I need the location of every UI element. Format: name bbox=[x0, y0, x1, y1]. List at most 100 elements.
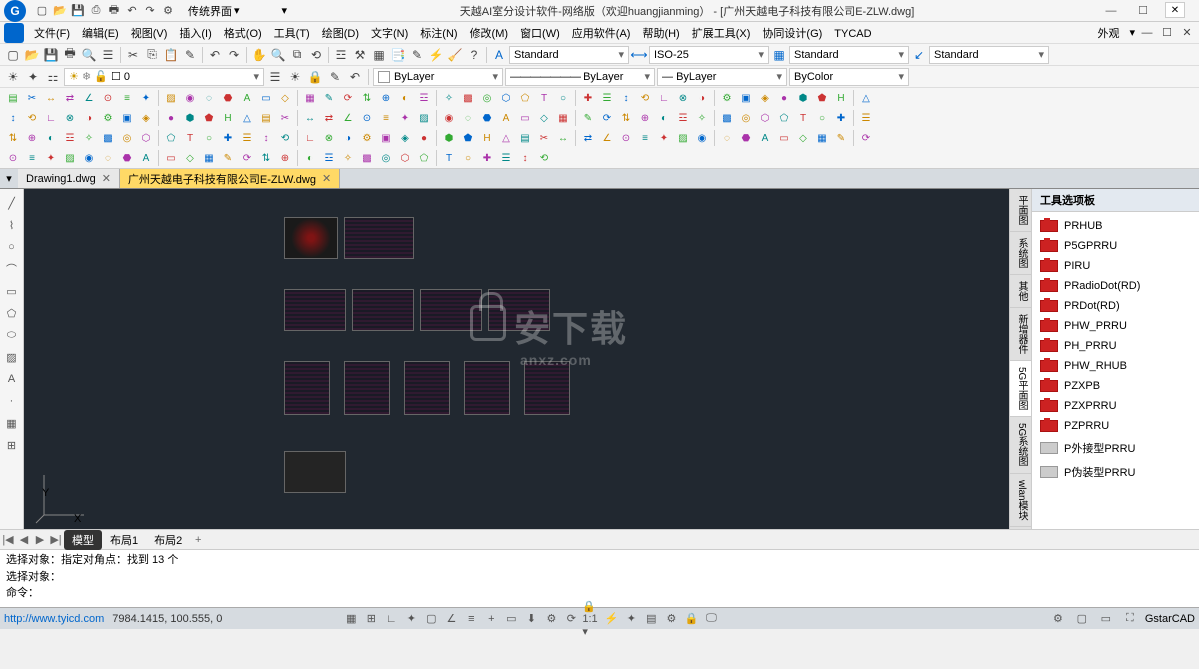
next-icon[interactable]: ▶ bbox=[32, 532, 48, 548]
model-tab[interactable]: 模型 bbox=[64, 530, 102, 550]
tool-icon[interactable]: ◌ bbox=[200, 89, 218, 107]
tool-icon[interactable]: ▨ bbox=[61, 149, 79, 167]
layer-iso-icon[interactable]: ☰ bbox=[266, 68, 284, 86]
arc-icon[interactable]: ⌒ bbox=[2, 259, 22, 279]
dyn-icon[interactable]: + bbox=[482, 610, 500, 628]
menu-item[interactable]: 工具(T) bbox=[268, 26, 316, 42]
tool-icon[interactable]: ◎ bbox=[118, 129, 136, 147]
tool-icon[interactable]: ◑ bbox=[693, 89, 711, 107]
palette-item[interactable]: PZXPRRU bbox=[1036, 396, 1195, 416]
menu-min-icon[interactable]: — bbox=[1139, 25, 1155, 41]
tool-icon[interactable]: ☰ bbox=[598, 89, 616, 107]
tool-icon[interactable]: ⬟ bbox=[200, 109, 218, 127]
linetype-dropdown[interactable]: ——————— ByLayer▾ bbox=[505, 68, 655, 86]
tool-icon[interactable]: ⟲ bbox=[23, 109, 41, 127]
menu-item[interactable]: 协同设计(G) bbox=[756, 26, 828, 42]
rect-icon[interactable]: ▭ bbox=[2, 281, 22, 301]
tool-icon[interactable]: ◐ bbox=[396, 89, 414, 107]
thumb[interactable] bbox=[344, 361, 390, 415]
tool-icon[interactable]: ⇄ bbox=[320, 109, 338, 127]
cut-icon[interactable]: ✂ bbox=[124, 46, 142, 64]
tool-icon[interactable]: ≡ bbox=[118, 89, 136, 107]
tool-icon[interactable]: ✚ bbox=[579, 89, 597, 107]
qp-icon[interactable]: ⬇ bbox=[522, 610, 540, 628]
tool-icon[interactable]: ∟ bbox=[301, 129, 319, 147]
tool-icon[interactable]: T bbox=[794, 109, 812, 127]
tool-icon[interactable]: ⟳ bbox=[598, 109, 616, 127]
menu-item[interactable]: 格式(O) bbox=[218, 26, 268, 42]
tool-icon[interactable]: A bbox=[238, 89, 256, 107]
tool-icon[interactable]: ✂ bbox=[23, 89, 41, 107]
tool-icon[interactable]: ▦ bbox=[813, 129, 831, 147]
tool-icon[interactable]: ✧ bbox=[693, 109, 711, 127]
ssm-icon[interactable]: 📑 bbox=[389, 46, 407, 64]
tool-icon[interactable]: ◈ bbox=[137, 109, 155, 127]
pan-icon[interactable]: ✋ bbox=[250, 46, 268, 64]
hatch-icon[interactable]: ▨ bbox=[2, 347, 22, 367]
tool-icon[interactable]: ◈ bbox=[756, 89, 774, 107]
tool-icon[interactable]: ◌ bbox=[459, 109, 477, 127]
text-style-icon[interactable]: A bbox=[490, 46, 508, 64]
tool-icon[interactable]: ↕ bbox=[617, 89, 635, 107]
tool-icon[interactable]: ▨ bbox=[162, 89, 180, 107]
tool-icon[interactable]: ▤ bbox=[257, 109, 275, 127]
tool-icon[interactable]: H bbox=[219, 109, 237, 127]
tool-icon[interactable]: ⟲ bbox=[535, 149, 553, 167]
tool-icon[interactable]: ≡ bbox=[636, 129, 654, 147]
thumb[interactable] bbox=[524, 361, 570, 415]
tool-icon[interactable]: ↔ bbox=[42, 89, 60, 107]
tool-icon[interactable]: ✦ bbox=[396, 109, 414, 127]
app-menu-icon[interactable] bbox=[4, 23, 24, 43]
qc-icon[interactable]: ⚡ bbox=[427, 46, 445, 64]
thumb[interactable] bbox=[420, 289, 482, 331]
tool-icon[interactable]: ● bbox=[415, 129, 433, 147]
tool-icon[interactable]: ◑ bbox=[339, 129, 357, 147]
tool-icon[interactable]: ⟲ bbox=[276, 129, 294, 147]
tool-icon[interactable]: ⚙ bbox=[718, 89, 736, 107]
zoom-prev-icon[interactable]: ⟲ bbox=[307, 46, 325, 64]
tool-icon[interactable]: ▩ bbox=[459, 89, 477, 107]
av-icon[interactable]: ⚡ bbox=[602, 610, 620, 628]
tool-icon[interactable]: ↕ bbox=[516, 149, 534, 167]
tool-icon[interactable]: ⇅ bbox=[358, 89, 376, 107]
tool-icon[interactable]: ⬠ bbox=[516, 89, 534, 107]
mleader-style-icon[interactable]: ↙ bbox=[910, 46, 928, 64]
tool-icon[interactable]: ⟳ bbox=[339, 89, 357, 107]
side-tab[interactable]: 系统图 bbox=[1010, 232, 1031, 275]
tool-icon[interactable]: ☰ bbox=[238, 129, 256, 147]
open-icon[interactable]: 📂 bbox=[52, 3, 68, 19]
tool-icon[interactable]: ⬣ bbox=[118, 149, 136, 167]
tool-icon[interactable]: ⬡ bbox=[497, 89, 515, 107]
tool-icon[interactable]: ● bbox=[162, 109, 180, 127]
tool-icon[interactable]: ∠ bbox=[598, 129, 616, 147]
tool-icon[interactable]: ⊕ bbox=[23, 129, 41, 147]
command-line[interactable]: 选择对象：指定对角点：找到 13 个 选择对象： 命令： bbox=[0, 549, 1199, 607]
tool-icon[interactable]: ↔ bbox=[554, 129, 572, 147]
side-tab[interactable]: 5G系统图 bbox=[1010, 417, 1031, 473]
tool-icon[interactable]: ⚙ bbox=[99, 109, 117, 127]
side-tab[interactable]: 平面图 bbox=[1010, 189, 1031, 232]
first-icon[interactable]: |◀ bbox=[0, 532, 16, 548]
tool-icon[interactable]: ◐ bbox=[301, 149, 319, 167]
mleader-style-dropdown[interactable]: Standard▾ bbox=[929, 46, 1049, 64]
side-tab[interactable]: wlan模块 bbox=[1010, 474, 1031, 528]
tool-icon[interactable]: ○ bbox=[813, 109, 831, 127]
close-icon[interactable]: ✕ bbox=[322, 172, 331, 185]
layer-prev-icon[interactable]: ↶ bbox=[346, 68, 364, 86]
new-icon[interactable]: ▢ bbox=[34, 3, 50, 19]
clean-icon[interactable]: 🧹 bbox=[446, 46, 464, 64]
palette-item[interactable]: PZXPB bbox=[1036, 376, 1195, 396]
tool-icon[interactable]: ⇄ bbox=[61, 89, 79, 107]
tool-icon[interactable]: ✦ bbox=[42, 149, 60, 167]
tool-icon[interactable]: ▩ bbox=[99, 129, 117, 147]
thumb[interactable] bbox=[284, 361, 330, 415]
thumb[interactable] bbox=[344, 217, 414, 259]
tool-icon[interactable]: ✦ bbox=[655, 129, 673, 147]
props-icon[interactable]: ☲ bbox=[332, 46, 350, 64]
layer-props-icon[interactable]: ☀ bbox=[4, 68, 22, 86]
tool-icon[interactable]: ◉ bbox=[181, 89, 199, 107]
tray-icon[interactable]: ▢ bbox=[1073, 610, 1091, 628]
tool-icon[interactable]: ▤ bbox=[516, 129, 534, 147]
tool-icon[interactable]: T bbox=[181, 129, 199, 147]
tool-icon[interactable]: ◎ bbox=[377, 149, 395, 167]
